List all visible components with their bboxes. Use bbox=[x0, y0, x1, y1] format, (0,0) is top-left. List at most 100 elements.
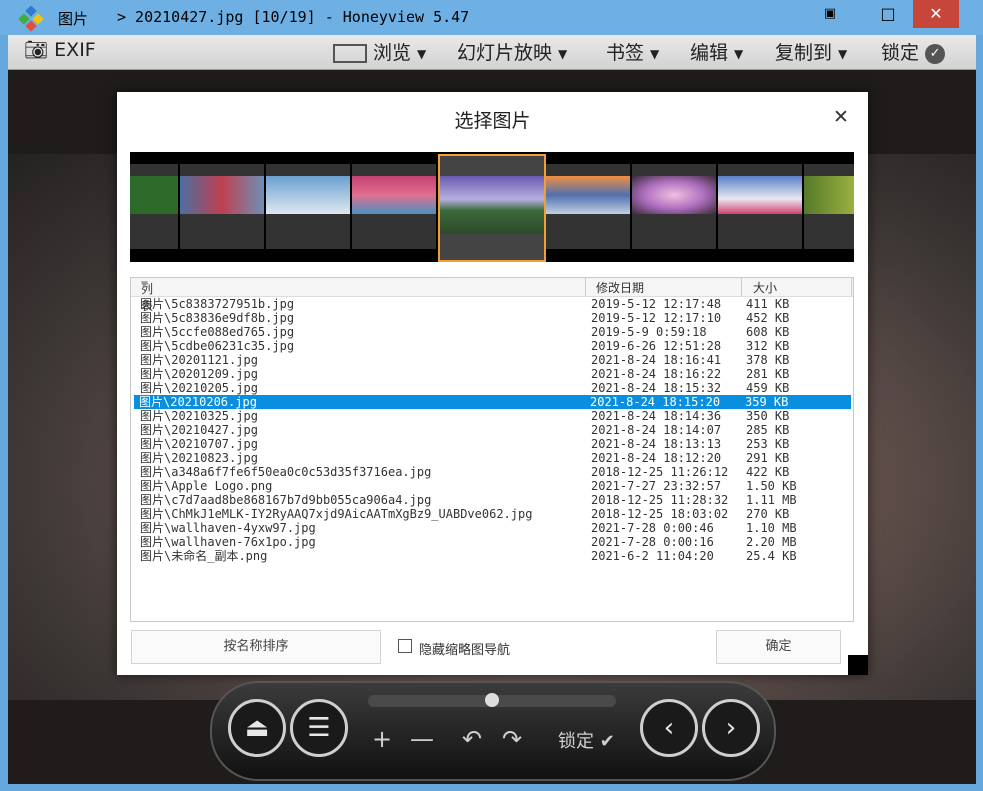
file-size: 378 KB bbox=[746, 353, 790, 367]
table-row[interactable]: 图片\wallhaven-4yxw97.jpg 2021-7-28 0:00:46… bbox=[135, 521, 851, 535]
file-size: 1.11 MB bbox=[746, 493, 797, 507]
thumbnail[interactable] bbox=[266, 164, 350, 249]
menu-slideshow[interactable]: 幻灯片放映 ▼ bbox=[457, 38, 567, 65]
sort-by-name-button[interactable]: 按名称排序 bbox=[131, 630, 381, 664]
dialog-title: 选择图片 bbox=[454, 110, 531, 132]
eject-button[interactable]: ⏏ bbox=[228, 699, 286, 757]
table-row[interactable]: 图片\c7d7aad8be868167b7d9bb055ca906a4.jpg 2… bbox=[135, 493, 851, 507]
file-size: 608 KB bbox=[746, 325, 790, 339]
check-circle-icon: ✔ bbox=[599, 731, 615, 752]
file-date: 2018-12-25 18:03:02 bbox=[591, 507, 729, 521]
table-row[interactable]: 图片\5c83836e9df8b.jpg 2019-5-12 12:17:10 45… bbox=[135, 311, 851, 325]
maximize-button[interactable]: □ bbox=[876, 0, 900, 28]
column-header-size[interactable]: 大小 bbox=[753, 279, 777, 296]
table-row[interactable]: 图片\20210205.jpg 2021-8-24 18:15:32 459 KB bbox=[135, 381, 851, 395]
title-folder: 图片 bbox=[58, 10, 89, 28]
resize-grip-icon[interactable] bbox=[848, 655, 868, 675]
column-header-date[interactable]: 修改日期 bbox=[596, 279, 644, 296]
thumbnail[interactable] bbox=[352, 164, 436, 249]
thumbnail[interactable] bbox=[718, 164, 802, 249]
previous-button[interactable]: ‹ bbox=[640, 699, 698, 757]
file-date: 2021-8-24 18:15:32 bbox=[591, 381, 722, 395]
column-divider[interactable] bbox=[741, 278, 742, 296]
file-name: 图片\ChMkJ1eMLK-IY2RyAAQ7xjd9AicAATmXgBz9_… bbox=[140, 507, 533, 521]
chevron-down-icon: ▼ bbox=[838, 46, 848, 61]
menu-slideshow-label: 幻灯片放映 bbox=[457, 42, 553, 64]
dialog-close-icon[interactable]: ✕ bbox=[833, 106, 849, 128]
table-row[interactable]: 图片\20201209.jpg 2021-8-24 18:16:22 281 KB bbox=[135, 367, 851, 381]
file-size: 253 KB bbox=[746, 437, 790, 451]
table-row[interactable]: 图片\未命名_副本.png 2021-6-2 11:04:20 25.4 KB bbox=[135, 549, 851, 563]
table-row[interactable]: 图片\5c8383727951b.jpg 2019-5-12 12:17:48 41… bbox=[135, 297, 851, 311]
title-bar: 图片 > 20210427.jpg [10/19] - Honeyview 5.… bbox=[0, 0, 983, 35]
file-name: 图片\a348a6f7fe6f50ea0c0c53d35f3716ea.jpg bbox=[140, 465, 432, 479]
file-name: 图片\5cdbe06231c35.jpg bbox=[140, 339, 295, 353]
table-row[interactable]: 图片\5ccfe088ed765.jpg 2019-5-9 0:59:18 608 … bbox=[135, 325, 851, 339]
rotate-left-button[interactable]: ↶ bbox=[462, 725, 482, 753]
menu-bookmark[interactable]: 书签 ▼ bbox=[606, 38, 659, 65]
table-row-selected[interactable]: 图片\20210206.jpg 2021-8-24 18:15:20 359 KB bbox=[134, 395, 851, 409]
table-row[interactable]: 图片\wallhaven-76x1po.jpg 2021-7-28 0:00:16… bbox=[135, 535, 851, 549]
table-row[interactable]: 图片\20210707.jpg 2021-8-24 18:13:13 253 KB bbox=[135, 437, 851, 451]
seek-knob[interactable] bbox=[485, 693, 499, 707]
rotate-right-button[interactable]: ↷ bbox=[502, 725, 522, 753]
table-row[interactable]: 图片\5cdbe06231c35.jpg 2019-6-26 12:51:28 31… bbox=[135, 339, 851, 353]
exif-button[interactable]: 📷︎ EXIF bbox=[24, 38, 96, 61]
close-button[interactable]: ✕ bbox=[913, 0, 959, 28]
thumbnail-image bbox=[180, 176, 264, 214]
lock-toggle[interactable]: 锁定 ✔ bbox=[558, 727, 615, 753]
file-size: 291 KB bbox=[746, 451, 790, 465]
check-circle-icon: ✓ bbox=[925, 43, 946, 64]
menu-browse-label: 浏览 bbox=[373, 42, 412, 64]
menu-edit[interactable]: 编辑 ▼ bbox=[690, 38, 743, 65]
chevron-down-icon: ▼ bbox=[650, 46, 660, 61]
zoom-in-button[interactable]: + bbox=[372, 725, 392, 753]
thumbnail[interactable] bbox=[632, 164, 716, 249]
menu-button[interactable]: ☰ bbox=[290, 699, 348, 757]
table-row[interactable]: 图片\20210823.jpg 2021-8-24 18:12:20 291 KB bbox=[135, 451, 851, 465]
seek-bar[interactable] bbox=[368, 693, 616, 707]
file-size: 281 KB bbox=[746, 367, 790, 381]
thumbnail[interactable] bbox=[130, 164, 178, 249]
file-date: 2021-8-24 18:14:07 bbox=[591, 423, 722, 437]
hide-thumbnails-label: 隐藏缩略图导航 bbox=[419, 643, 511, 658]
ok-button[interactable]: 确定 bbox=[716, 630, 841, 664]
thumbnail[interactable] bbox=[804, 164, 854, 249]
file-date: 2021-7-28 0:00:46 bbox=[591, 521, 714, 535]
menu-lock[interactable]: 锁定 ✓ bbox=[881, 38, 946, 65]
next-button[interactable]: › bbox=[702, 699, 760, 757]
menu-edit-label: 编辑 bbox=[690, 42, 729, 64]
menu-lock-label: 锁定 bbox=[881, 42, 920, 64]
file-size: 1.10 MB bbox=[746, 521, 797, 535]
table-row[interactable]: 图片\20201121.jpg 2021-8-24 18:16:41 378 KB bbox=[135, 353, 851, 367]
thumbnail[interactable] bbox=[180, 164, 264, 249]
thumbnail-selected[interactable] bbox=[438, 154, 546, 262]
thumbnail-image bbox=[632, 176, 716, 214]
menu-bookmark-label: 书签 bbox=[606, 42, 645, 64]
table-row[interactable]: 图片\20210427.jpg 2021-8-24 18:14:07 285 KB bbox=[135, 423, 851, 437]
file-size: 312 KB bbox=[746, 339, 790, 353]
file-date: 2018-12-25 11:26:12 bbox=[591, 465, 729, 479]
file-size: 359 KB bbox=[745, 395, 789, 409]
file-date: 2021-8-24 18:16:22 bbox=[591, 367, 722, 381]
file-size: 422 KB bbox=[746, 465, 790, 479]
thumbnail-image bbox=[130, 176, 178, 214]
sort-arrow-icon: ▼ bbox=[141, 280, 148, 290]
thumbnail[interactable] bbox=[546, 164, 630, 249]
table-row[interactable]: 图片\Apple Logo.png 2021-7-27 23:32:57 1.50 … bbox=[135, 479, 851, 493]
menu-copy-to[interactable]: 复制到 ▼ bbox=[775, 38, 847, 65]
hide-thumbnails-checkbox[interactable] bbox=[398, 639, 412, 653]
zoom-out-button[interactable]: — bbox=[410, 725, 434, 753]
column-divider[interactable] bbox=[585, 278, 586, 296]
fullscreen-button[interactable]: ▣ bbox=[818, 0, 842, 28]
chevron-down-icon: ▼ bbox=[558, 46, 568, 61]
column-divider[interactable] bbox=[851, 278, 852, 296]
file-date: 2021-7-27 23:32:57 bbox=[591, 479, 722, 493]
file-name: 图片\wallhaven-4yxw97.jpg bbox=[140, 521, 316, 535]
menu-browse[interactable]: 浏览 ▼ bbox=[333, 38, 426, 65]
chevron-down-icon: ▼ bbox=[417, 46, 427, 61]
table-row[interactable]: 图片\a348a6f7fe6f50ea0c0c53d35f3716ea.jpg 2… bbox=[135, 465, 851, 479]
exif-label: EXIF bbox=[54, 39, 96, 61]
table-row[interactable]: 图片\20210325.jpg 2021-8-24 18:14:36 350 KB bbox=[135, 409, 851, 423]
table-row[interactable]: 图片\ChMkJ1eMLK-IY2RyAAQ7xjd9AicAATmXgBz9_… bbox=[135, 507, 851, 521]
